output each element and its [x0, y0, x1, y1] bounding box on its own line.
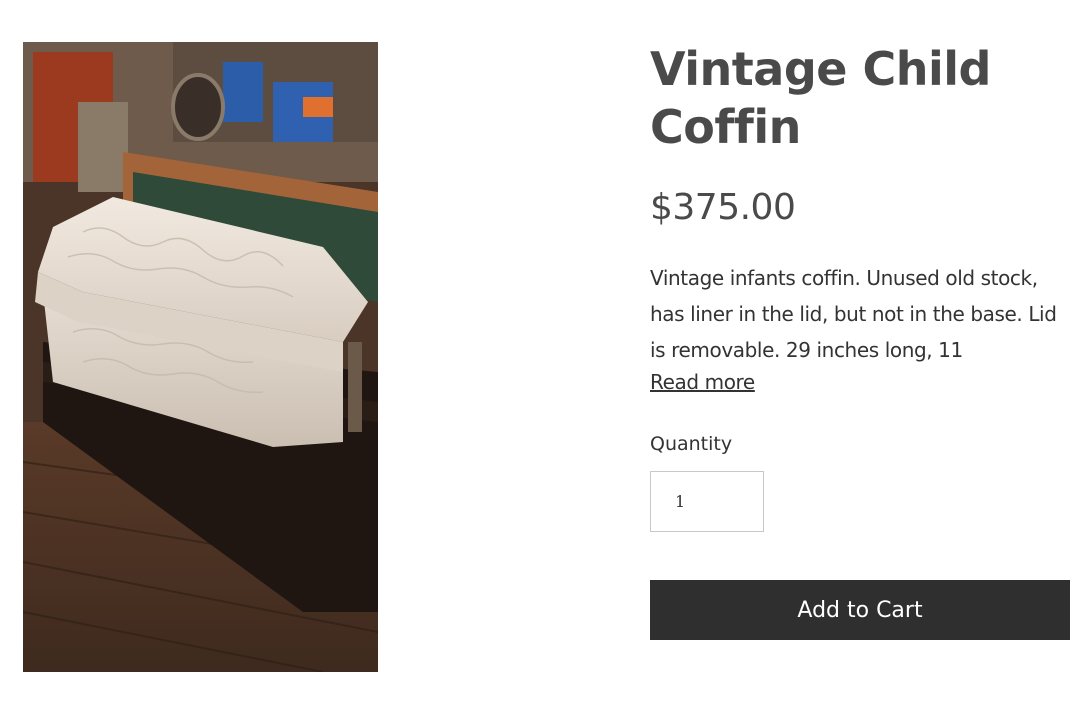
read-more-link[interactable]: Read more: [650, 368, 755, 396]
quantity-label: Quantity: [650, 433, 733, 455]
product-page: Vintage Child Coffin $375.00 Vintage inf…: [0, 0, 1091, 703]
product-photo[interactable]: [23, 42, 378, 672]
product-info: Vintage Child Coffin $375.00 Vintage inf…: [650, 40, 1075, 640]
product-price: $375.00: [650, 187, 796, 228]
add-to-cart-button[interactable]: Add to Cart: [650, 580, 1070, 640]
quantity-input[interactable]: [650, 471, 764, 532]
product-description: Vintage infants coffin. Unused old stock…: [650, 266, 1057, 362]
product-title: Vintage Child Coffin: [650, 42, 991, 154]
coffin-photo-illustration: [23, 42, 378, 672]
